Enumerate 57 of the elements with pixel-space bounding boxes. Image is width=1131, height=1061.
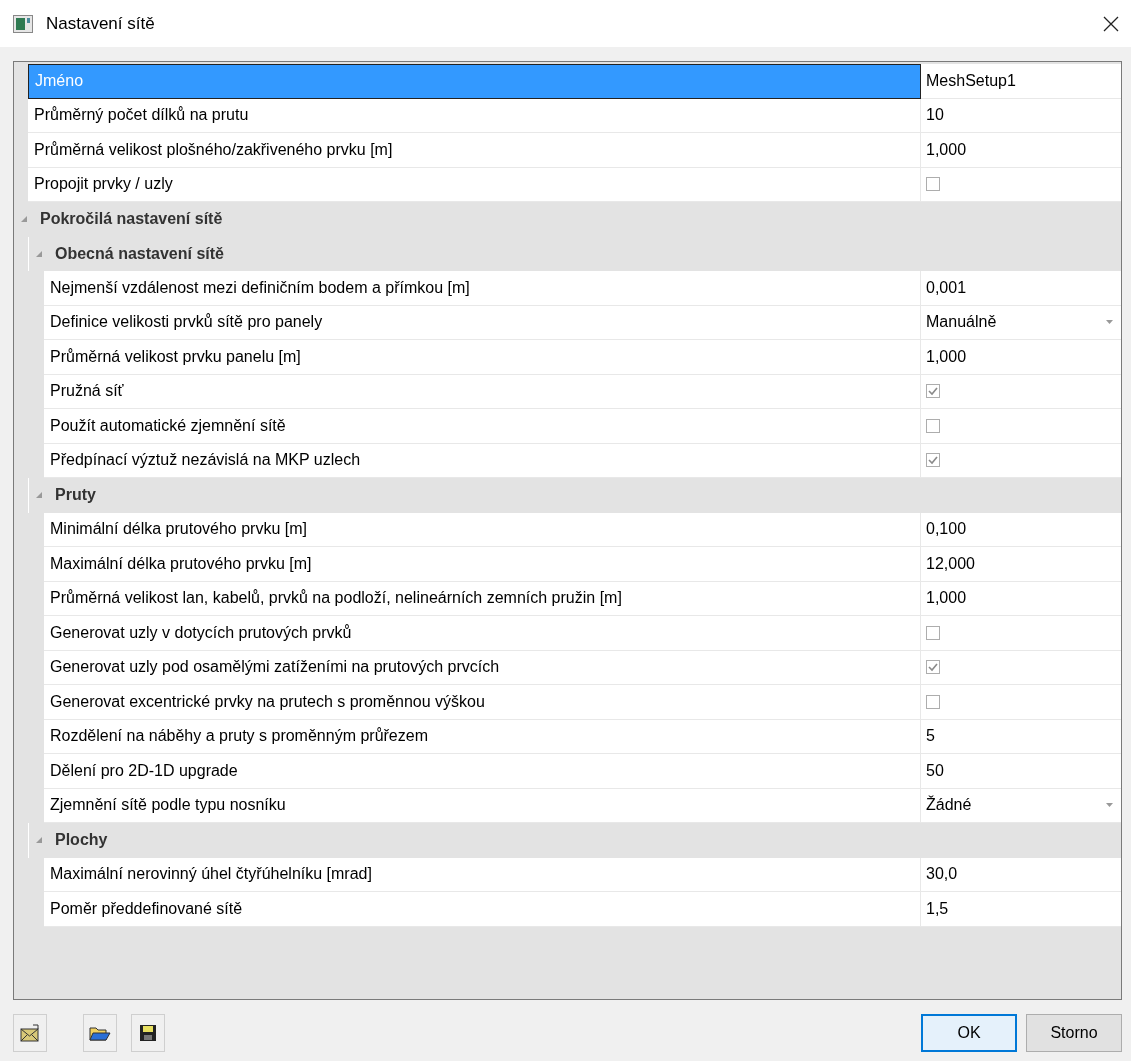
property-value[interactable]: 10 bbox=[926, 106, 944, 125]
dropdown-arrow-icon bbox=[1106, 803, 1113, 808]
property-name[interactable]: Maximální nerovinný úhel čtyřúhelníku [mrad] bbox=[44, 857, 921, 892]
close-icon[interactable] bbox=[1103, 15, 1119, 32]
property-name[interactable]: Předpínací výztuž nezávislá na MKP uzlech bbox=[44, 443, 921, 478]
property-value[interactable]: 1,000 bbox=[926, 140, 967, 159]
property-name[interactable]: Minimální délka prutového prvku [m] bbox=[44, 512, 921, 547]
checkbox[interactable] bbox=[926, 384, 940, 399]
property-name[interactable]: Rozdělení na náběhy a pruty s proměnným průřezem bbox=[44, 719, 921, 754]
expand-arrow-icon[interactable] bbox=[35, 836, 43, 845]
property-name[interactable]: Generovat uzly v dotycích prutových prvků bbox=[44, 616, 921, 651]
section-title: Obecná nastavení sítě bbox=[55, 244, 224, 263]
property-value[interactable]: 1,000 bbox=[926, 347, 967, 366]
property-value[interactable]: 1,5 bbox=[926, 899, 949, 918]
envelope-icon bbox=[20, 1023, 40, 1042]
expand-arrow-icon[interactable] bbox=[20, 215, 28, 224]
section-title: Pruty bbox=[55, 486, 96, 505]
property-name[interactable]: Průměrný počet dílků na prutu bbox=[28, 98, 921, 133]
property-name[interactable]: Nejmenší vzdálenost mezi definičním bodem a přímkou [m] bbox=[44, 271, 921, 306]
expand-arrow-icon[interactable] bbox=[35, 491, 43, 500]
property-value[interactable]: 0,100 bbox=[926, 520, 967, 539]
send-button[interactable] bbox=[13, 1013, 47, 1052]
checkbox[interactable] bbox=[926, 418, 940, 433]
dropdown-arrow-icon bbox=[1106, 320, 1113, 325]
property-name[interactable]: Dělení pro 2D-1D upgrade bbox=[44, 754, 921, 789]
open-button[interactable] bbox=[83, 1013, 117, 1052]
save-button[interactable] bbox=[131, 1013, 165, 1052]
expand-arrow-icon[interactable] bbox=[35, 249, 43, 258]
checkbox[interactable] bbox=[926, 660, 940, 675]
section-title: Pokročilá nastavení sítě bbox=[40, 210, 223, 229]
property-name[interactable]: Definice velikosti prvků sítě pro panely bbox=[44, 305, 921, 340]
property-value[interactable]: 30,0 bbox=[926, 865, 958, 884]
property-name[interactable]: Propojit prvky / uzly bbox=[28, 167, 921, 202]
ok-button[interactable]: OK bbox=[921, 1013, 1017, 1052]
property-name[interactable]: Průměrná velikost plošného/zakřiveného prvku [m] bbox=[28, 133, 921, 168]
property-value[interactable]: 12,000 bbox=[926, 554, 975, 573]
cancel-button[interactable]: Storno bbox=[1026, 1013, 1122, 1052]
checkbox[interactable] bbox=[926, 694, 940, 709]
property-name[interactable]: Maximální délka prutového prvku [m] bbox=[44, 547, 921, 582]
section-title: Plochy bbox=[55, 831, 108, 850]
property-name[interactable]: Poměr předdefinované sítě bbox=[44, 892, 921, 927]
property-value[interactable]: 5 bbox=[926, 727, 935, 746]
property-name[interactable]: Generovat excentrické prvky na prutech s proměnnou výškou bbox=[44, 685, 921, 720]
checkbox[interactable] bbox=[926, 177, 940, 192]
property-name[interactable]: Použít automatické zjemnění sítě bbox=[44, 409, 921, 444]
property-value[interactable]: 50 bbox=[926, 761, 944, 780]
property-value[interactable]: 0,001 bbox=[926, 278, 967, 297]
property-name[interactable]: Zjemnění sítě podle typu nosníku bbox=[44, 788, 921, 823]
checkbox[interactable] bbox=[926, 453, 940, 468]
property-value[interactable]: 1,000 bbox=[926, 589, 967, 608]
property-name[interactable]: Generovat uzly pod osamělými zatíženími na prutových prvcích bbox=[44, 650, 921, 685]
property-name[interactable]: Průměrná velikost lan, kabelů, prvků na podloží, nelineárních zemních pružin [m] bbox=[44, 581, 921, 616]
property-name[interactable]: Pružná síť bbox=[44, 374, 921, 409]
checkbox[interactable] bbox=[926, 625, 940, 640]
window-title: Nastavení sítě bbox=[46, 13, 155, 34]
property-name[interactable]: Průměrná velikost prvku panelu [m] bbox=[44, 340, 921, 375]
app-icon bbox=[13, 14, 33, 33]
